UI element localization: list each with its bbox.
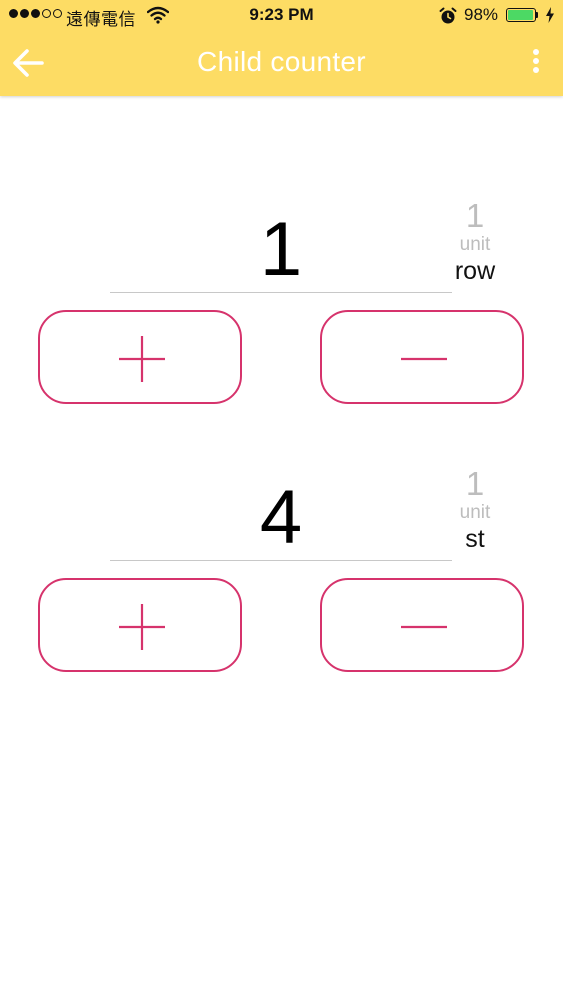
battery-icon: [506, 8, 536, 22]
unit-name: row: [454, 257, 496, 285]
count-underline: [110, 292, 452, 293]
unit-panel[interactable]: 1 unit st: [440, 466, 510, 554]
count-underline: [110, 560, 452, 561]
unit-count: 1: [465, 465, 485, 502]
unit-count: 1: [465, 197, 485, 234]
minus-icon: [401, 357, 447, 361]
minus-icon: [401, 625, 447, 629]
alarm-icon: [438, 6, 458, 31]
unit-name: st: [465, 525, 485, 553]
battery-percentage: 98%: [464, 5, 499, 24]
app-header: 遠傳電信 9:23 PM 98% Child counter: [0, 0, 563, 96]
battery-tip: [536, 12, 538, 18]
more-vertical-icon[interactable]: [524, 44, 548, 80]
counter-stitch: 4 1 unit st: [0, 466, 563, 706]
battery-fill: [508, 10, 534, 20]
status-bar: 遠傳電信 9:23 PM 98%: [0, 0, 563, 32]
counter-row: 1 1 unit row: [0, 198, 563, 438]
charging-icon: [545, 7, 555, 28]
decrement-button[interactable]: [320, 310, 524, 404]
unit-panel[interactable]: 1 unit row: [440, 198, 510, 286]
unit-label: unit: [459, 502, 491, 523]
count-value: 4: [259, 475, 303, 560]
plus-icon: [119, 604, 165, 650]
count-value: 1: [259, 207, 303, 292]
decrement-button[interactable]: [320, 578, 524, 672]
unit-label: unit: [459, 234, 491, 255]
page-title: Child counter: [197, 46, 366, 77]
increment-button[interactable]: [38, 310, 242, 404]
plus-icon: [119, 336, 165, 382]
increment-button[interactable]: [38, 578, 242, 672]
